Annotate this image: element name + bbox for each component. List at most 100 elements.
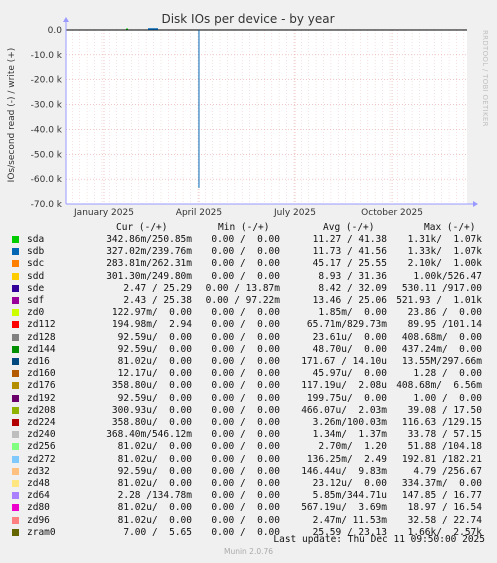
legend-row: zd272 81.02u/ 0.00 0.00 / 0.00 136.25m/ 2.4… <box>12 454 492 466</box>
legend-row: zd96 81.02u/ 0.00 0.00 / 0.00 2.47m/ 11.53m… <box>12 515 492 527</box>
x-tick-labels: January 2025 April 2025 July 2025 October 2… <box>73 208 423 218</box>
legend-min-value: 0.00 / 0.00 <box>211 478 280 489</box>
legend-min-value: 0.00 / 0.00 <box>211 514 280 526</box>
legend-avg-value: 2.47m/ 11.53m <box>312 514 387 526</box>
legend-swatch <box>12 394 19 402</box>
legend-avg-value: 65.71m/829.73m <box>306 319 387 331</box>
legend-swatch <box>12 419 19 426</box>
legend-avg-value: 171.67 / 14.10u <box>301 356 387 367</box>
legend-min-value: 0.00 / 0.00 <box>211 441 280 453</box>
legend-avg-value: 466.07u/ 2.03m <box>301 404 387 416</box>
legend-cur-value: 194.98m/ 2.94 <box>111 319 192 331</box>
legend-min-value: 0.00 / 0.00 <box>211 380 280 392</box>
legend-cur-value: 368.40m/546.12m <box>106 429 192 441</box>
legend-swatch <box>12 467 19 475</box>
chart-title: Disk IOs per device - by year <box>161 12 334 26</box>
legend-max-value: 437.24m/ 0.00 <box>401 343 482 355</box>
legend-avg-value: 45.97u/ 0.00 <box>312 368 387 380</box>
legend-cur-value: 2.47 / 25.29 <box>123 282 192 294</box>
legend-cur-value: 2.28 /134.78m <box>117 490 192 502</box>
grid <box>66 29 467 205</box>
legend-row: zd80 81.02u/ 0.00 0.00 / 0.00 567.19u/ 3.69… <box>12 502 492 514</box>
legend-avg-value: 2.70m/ 1.20 <box>318 441 387 453</box>
legend-swatch <box>12 431 19 439</box>
legend-avg-value: 3.26m/100.03m <box>312 417 387 428</box>
legend-device-name: zd208 <box>27 404 56 416</box>
legend-device-name: zd112 <box>27 319 56 331</box>
legend-min-value: 0.00 / 0.00 <box>211 307 280 319</box>
legend-avg-value: 8.42 / 32.09 <box>318 282 387 294</box>
legend-min-value: 0.00 / 0.00 <box>211 356 280 367</box>
legend-min-value: 0.00 / 0.00 <box>211 343 280 355</box>
legend-device-name: zd240 <box>27 429 56 441</box>
legend-swatch <box>12 516 19 524</box>
legend-min-value: 0.00 / 0.00 <box>211 258 280 270</box>
legend-cur-value: 92.59u/ 0.00 <box>117 465 192 477</box>
y-tick-label: -10.0 k <box>31 51 63 61</box>
legend-device-name: zd96 <box>27 514 50 526</box>
legend-min-value: 0.00 / 0.00 <box>211 331 280 343</box>
legend-min-value: 0.00 / 0.00 <box>211 392 280 404</box>
legend-row: zd48 81.02u/ 0.00 0.00 / 0.00 23.12u/ 0.00 3… <box>12 478 492 490</box>
legend-cur-value: 12.17u/ 0.00 <box>117 368 192 380</box>
y-tick-label: -60.0 k <box>31 175 63 185</box>
munin-version: Munin 2.0.76 <box>223 547 274 556</box>
legend-device-name: zd128 <box>27 331 56 343</box>
legend-cur-value: 81.02u/ 0.00 <box>117 478 192 489</box>
legend-avg-value: 11.27 / 41.38 <box>312 234 387 245</box>
legend-device-name: zd272 <box>27 453 56 465</box>
legend-max-value: 408.68m/ 0.00 <box>401 331 482 343</box>
legend-avg-value: 136.25m/ 2.49 <box>306 453 387 465</box>
last-update: Last update: Thu Dec 11 09:50:00 2025 <box>273 534 485 545</box>
y-tick-label: -40.0 k <box>31 125 63 135</box>
legend-cur-value: 92.59u/ 0.00 <box>117 392 192 404</box>
legend-cur-value: 81.02u/ 0.00 <box>117 453 192 465</box>
legend-cur-value: 122.97m/ 0.00 <box>111 307 192 319</box>
legend-swatch <box>12 236 19 243</box>
legend-device-name: zd144 <box>27 343 56 355</box>
legend-max-value: 13.55M/297.66m <box>401 356 482 367</box>
legend-header-cur: Cur (-/+) <box>116 222 168 233</box>
legend-swatch <box>12 370 19 378</box>
legend-max-value: 334.37m/ 0.00 <box>401 478 482 489</box>
legend-row: zd144 92.59u/ 0.00 0.00 / 0.00 48.70u/ 0.00… <box>12 344 492 356</box>
legend-swatch <box>12 297 19 304</box>
y-tick-label: -30.0 k <box>31 101 63 111</box>
y-tick-label: -20.0 k <box>31 76 63 86</box>
legend-row: zd128 92.59u/ 0.00 0.00 / 0.00 23.61u/ 0.00… <box>12 332 492 344</box>
legend-swatch <box>12 443 19 451</box>
legend-device-name: zd80 <box>27 502 50 514</box>
legend-min-value: 0.00 / 0.00 <box>211 417 280 428</box>
legend-swatch <box>12 358 19 365</box>
legend-min-value: 0.00 / 0.00 <box>211 319 280 331</box>
legend-max-value: 51.88 /104.18 <box>407 441 482 453</box>
x-tick-label: January 2025 <box>73 208 134 218</box>
legend-max-value: 147.85 / 16.77 <box>401 490 482 502</box>
legend-cur-value: 301.30m/249.80m <box>106 270 192 282</box>
legend-min-value: 0.00 / 0.00 <box>211 453 280 465</box>
legend-swatch <box>12 528 19 536</box>
legend-swatch <box>12 309 19 317</box>
legend-cur-value: 300.93u/ 0.00 <box>111 404 192 416</box>
legend-device-name: sdc <box>27 258 45 270</box>
legend-max-value: 408.68m/ 6.56m <box>396 380 482 392</box>
legend-device-name: zd64 <box>27 490 50 502</box>
legend-cur-value: 358.80u/ 0.00 <box>111 417 192 428</box>
y-tick-label: 0.0 <box>48 26 63 36</box>
legend-avg-value: 146.44u/ 9.83m <box>301 465 387 477</box>
legend-row: sdc 283.81m/262.31m 0.00 / 0.00 45.17 / 25.… <box>12 258 492 270</box>
legend-swatch <box>12 455 19 463</box>
legend-header-avg: Avg (-/+) <box>323 222 375 233</box>
x-tick-label: April 2025 <box>176 208 222 218</box>
legend-swatch <box>12 480 19 487</box>
legend-device-name: sdf <box>27 295 45 306</box>
legend-device-name: zd160 <box>27 368 56 380</box>
x-tick-label: July 2025 <box>273 208 316 218</box>
legend-cur-value: 2.43 / 25.38 <box>123 295 192 306</box>
legend-row: zd192 92.59u/ 0.00 0.00 / 0.00 199.75u/ 0.0… <box>12 393 492 405</box>
legend-min-value: 0.00 / 0.00 <box>211 465 280 477</box>
legend-max-value: 192.81 /182.21 <box>401 453 482 465</box>
plot-area <box>66 30 467 204</box>
legend-device-name: zd176 <box>27 380 56 392</box>
legend-device-name: zd256 <box>27 441 56 453</box>
